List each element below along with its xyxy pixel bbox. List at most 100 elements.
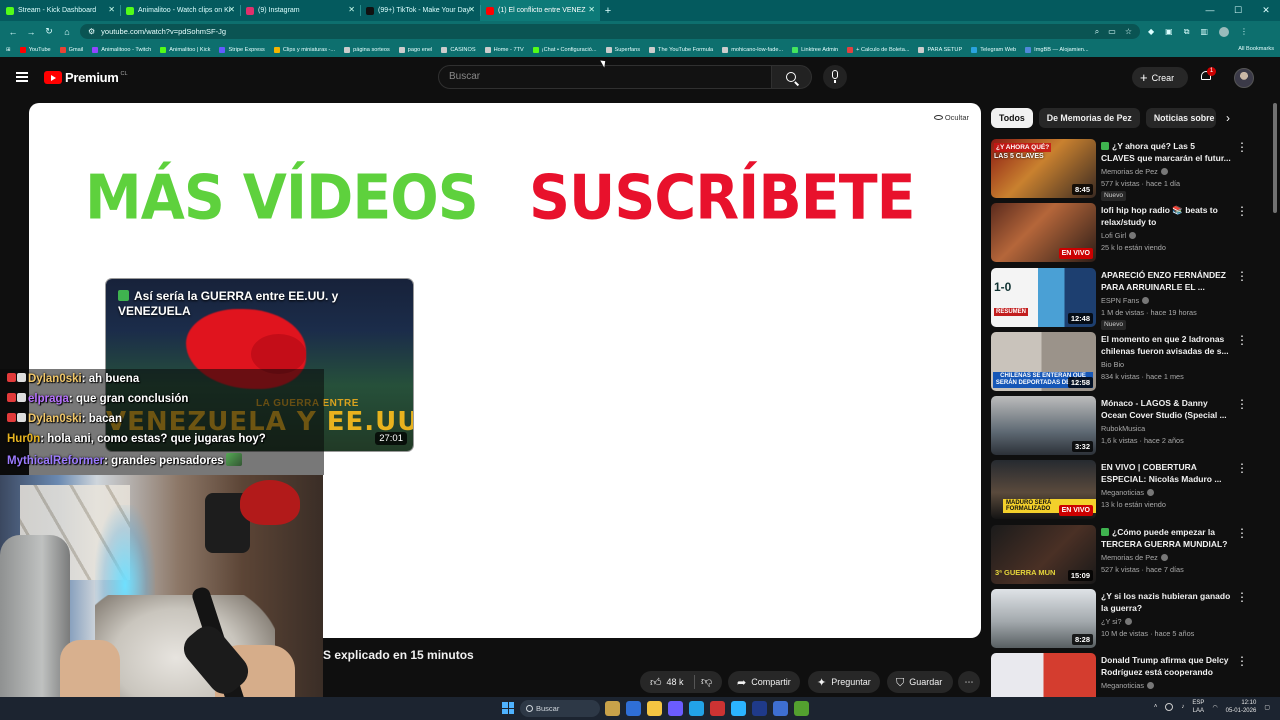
channel-name[interactable]: ESPN Fans [1101, 296, 1150, 305]
taskbar-app-icon[interactable] [710, 701, 725, 716]
forward-icon[interactable]: → [22, 27, 40, 37]
more-options-icon[interactable]: ⋮ [1236, 205, 1248, 217]
bookmark-item[interactable]: ImgBB — Alojamien... [1025, 46, 1089, 53]
channel-name[interactable]: Memorias de Pez [1101, 167, 1168, 176]
reload-icon[interactable]: ↻ [40, 26, 58, 37]
sidepanel-icon[interactable]: ▥ [1200, 27, 1208, 36]
profile-icon[interactable] [1219, 26, 1229, 37]
taskbar-app-icon[interactable] [668, 701, 683, 716]
bookmark-item[interactable]: CASINOS [441, 46, 476, 53]
close-tab-icon[interactable]: ✕ [468, 6, 475, 14]
close-tab-icon[interactable]: ✕ [108, 6, 115, 14]
new-tab-button[interactable]: + [600, 5, 616, 17]
bookmark-star-icon[interactable]: ☆ [1125, 27, 1132, 37]
chip-news[interactable]: Noticias sobre p [1145, 108, 1216, 128]
bookmark-item[interactable]: página sorteos [344, 46, 390, 53]
close-tab-icon[interactable]: ✕ [348, 6, 355, 14]
extension-icon[interactable]: ▣ [1165, 27, 1173, 36]
bookmark-item[interactable]: Telegram Web [971, 46, 1016, 53]
more-actions-button[interactable]: ⋯ [958, 671, 980, 693]
more-options-icon[interactable]: ⋮ [1236, 527, 1248, 539]
browser-tab[interactable]: (99+) TikTok - Make Your Day ✕ [360, 0, 480, 21]
menu-hamburger-icon[interactable] [16, 72, 28, 82]
channel-name[interactable]: Meganoticias [1101, 681, 1154, 690]
home-icon[interactable]: ⌂ [58, 27, 76, 37]
recommendation-item[interactable]: 3:32 Mónaco - LAGOS & Danny Ocean Cover S… [991, 396, 1253, 460]
volume-icon[interactable]: ♪ [1181, 704, 1184, 710]
site-info-icon[interactable]: ⚙ [88, 27, 95, 36]
video-thumbnail[interactable]: EN VIVO [991, 203, 1096, 263]
ask-button[interactable]: ✦ Preguntar [808, 671, 880, 693]
close-window-icon[interactable]: ✕ [1252, 0, 1280, 21]
close-tab-icon[interactable]: ✕ [588, 6, 595, 14]
taskbar-app-icon[interactable] [731, 701, 746, 716]
notifications-button[interactable]: 1 [1200, 67, 1216, 83]
taskbar-app-icon[interactable] [689, 701, 704, 716]
bookmark-item[interactable]: Stripe Express [219, 46, 265, 53]
bookmark-item[interactable]: Home - 7TV [484, 46, 524, 53]
bookmark-item[interactable]: mohicano-low-fade... [722, 46, 783, 53]
recommendation-title[interactable]: ¿Y ahora qué? Las 5 CLAVES que marcarán … [1101, 140, 1231, 164]
address-bar[interactable]: ⚙ youtube.com/watch?v=pdSohmSF-Jg ⌕ ▭ ☆ [80, 24, 1140, 39]
tray-app-icon[interactable] [1165, 703, 1174, 711]
recommendation-item[interactable]: 3ª GUERRA MUN 15:09 ¿Cómo puede empezar la… [991, 524, 1253, 589]
bookmark-item[interactable]: YouTube [19, 46, 51, 53]
dislike-button[interactable]: 👎︎ [701, 671, 712, 693]
chip-all[interactable]: Todos [991, 108, 1033, 128]
channel-name[interactable]: ¿Y si? [1101, 617, 1132, 626]
youtube-premium-logo[interactable]: Premium CL [44, 70, 128, 85]
search-input[interactable]: Buscar [438, 65, 772, 89]
close-tab-icon[interactable]: ✕ [228, 6, 235, 14]
channel-name[interactable]: Bio Bio [1101, 360, 1124, 369]
recommendation-item[interactable]: 1-0 RESUMEN 12:48 APARECIÓ ENZO FERNÁNDEZ P… [991, 267, 1253, 332]
like-button[interactable]: 👍︎ 48 k [650, 671, 684, 694]
all-bookmarks-button[interactable]: All Bookmarks [1238, 42, 1274, 57]
puzzle-icon[interactable]: ⧉ [1184, 27, 1190, 37]
recommendation-item[interactable]: ¿Y AHORA QUÉ? LAS 5 CLAVES 8:45 ¿Y ahora qu… [991, 139, 1253, 203]
browser-tab[interactable]: Animalitoo - Watch clips on Ki ✕ [120, 0, 240, 21]
bookmark-item[interactable]: + Calculo de Boleta... [847, 46, 909, 53]
recommendation-title[interactable]: Mónaco - LAGOS & Danny Ocean Cover Studi… [1101, 397, 1231, 421]
extension-icon[interactable]: ◆ [1148, 27, 1154, 36]
share-button[interactable]: ➦ Compartir [728, 671, 800, 693]
recommendation-item[interactable]: CHILENAS SE ENTERAN QUE SERÁN DEPORTADAS… [991, 331, 1253, 396]
browser-tab-active[interactable]: (1) El conflicto entre VENEZ ✕ [480, 0, 600, 21]
recommendation-title[interactable]: EN VIVO | COBERTURA ESPECIAL: Nicolás Ma… [1101, 461, 1231, 485]
bookmark-item[interactable]: Clips y miniaturas -... [273, 46, 335, 53]
video-thumbnail[interactable]: 1-0 RESUMEN 12:48 [991, 267, 1096, 327]
video-thumbnail[interactable]: 3ª GUERRA MUN 15:09 [991, 524, 1096, 584]
channel-name[interactable]: Meganoticias [1101, 488, 1154, 497]
recommendation-title[interactable]: lofi hip hop radio 📚 beats to relax/stud… [1101, 204, 1231, 228]
channel-name[interactable]: Memorias de Pez [1101, 553, 1168, 562]
taskbar-app-icon[interactable] [773, 701, 788, 716]
taskbar-app-icon[interactable] [647, 701, 662, 716]
recommendation-item[interactable]: 8:28 ¿Y si los nazis hubieran ganado la g… [991, 589, 1253, 653]
channel-name[interactable]: Lofi Girl [1101, 231, 1137, 240]
video-thumbnail[interactable]: CHILENAS SE ENTERAN QUE SERÁN DEPORTADAS… [991, 331, 1096, 391]
cast-icon[interactable]: ▭ [1108, 27, 1116, 37]
video-thumbnail[interactable]: 8:28 [991, 589, 1096, 649]
chip-channel[interactable]: De Memorias de Pez [1038, 108, 1140, 128]
chevron-right-icon[interactable]: › [1220, 110, 1236, 126]
bookmark-item[interactable]: Animalitooo - Twitch [92, 46, 151, 53]
chevron-up-icon[interactable]: ˄ [1154, 704, 1158, 710]
recommendation-title[interactable]: ¿Cómo puede empezar la TERCERA GUERRA MU… [1101, 526, 1231, 550]
recommendation-item[interactable]: EN VIVO lofi hip hop radio 📚 beats to rel… [991, 203, 1253, 267]
bookmark-item[interactable]: Linktree Admin [792, 46, 838, 53]
bookmark-item[interactable]: pago enel [398, 46, 432, 53]
more-options-icon[interactable]: ⋮ [1236, 334, 1248, 346]
language-indicator[interactable]: ESP LAA [1192, 699, 1204, 715]
taskbar-app-icon[interactable] [794, 701, 809, 716]
bookmark-item[interactable]: Superfans [605, 46, 640, 53]
more-options-icon[interactable]: ⋮ [1236, 655, 1248, 667]
browser-tab[interactable]: (9) Instagram ✕ [240, 0, 360, 21]
wifi-icon[interactable]: ◠ [1212, 704, 1217, 711]
bookmark-item[interactable]: Animalitoo | Kick [160, 46, 210, 53]
more-options-icon[interactable]: ⋮ [1236, 270, 1248, 282]
recommendation-title[interactable]: Donald Trump afirma que Delcy Rodríguez … [1101, 654, 1231, 678]
taskbar-app-icon[interactable] [752, 701, 767, 716]
bookmark-item[interactable]: ¡Chat • Configuració... [532, 46, 597, 53]
channel-name[interactable]: RubokMusica [1101, 424, 1145, 433]
search-button[interactable] [772, 65, 812, 89]
recommendation-title[interactable]: El momento en que 2 ladronas chilenas fu… [1101, 333, 1231, 357]
